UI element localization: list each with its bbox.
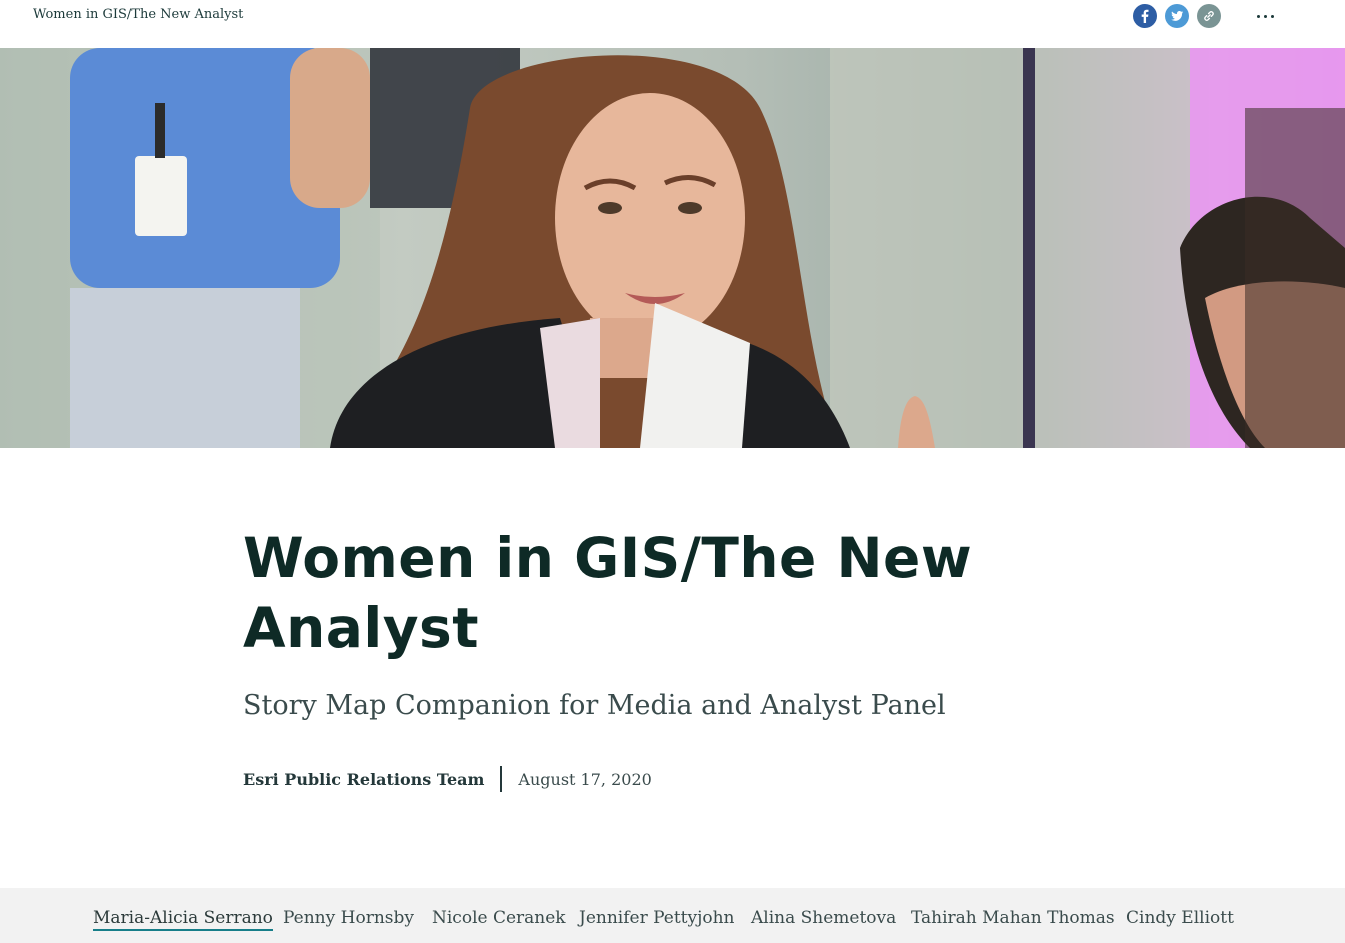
author-name: Esri Public Relations Team — [243, 769, 485, 789]
header-title[interactable]: Women in GIS/The New Analyst — [33, 7, 243, 22]
more-options-button[interactable] — [1252, 8, 1278, 24]
story-subtitle: Story Map Companion for Media and Analys… — [243, 690, 946, 721]
twitter-share-button[interactable] — [1165, 4, 1189, 28]
nav-item-penny-hornsby[interactable]: Penny Hornsby — [283, 908, 414, 928]
section-nav: Maria-Alicia Serrano Penny Hornsby Nicol… — [0, 888, 1345, 943]
nav-item-jennifer-pettyjohn[interactable]: Jennifer Pettyjohn — [579, 908, 735, 928]
more-horizontal-icon — [1256, 14, 1260, 18]
hero-photo-illustration — [0, 48, 1345, 448]
publish-date: August 17, 2020 — [518, 769, 652, 789]
nav-item-nicole-ceranek[interactable]: Nicole Ceranek — [432, 908, 566, 928]
nav-item-cindy-elliott[interactable]: Cindy Elliott — [1126, 908, 1234, 928]
header-bar: Women in GIS/The New Analyst — [0, 0, 1345, 48]
byline-divider — [500, 766, 503, 792]
nav-item-maria-alicia-serrano[interactable]: Maria-Alicia Serrano — [93, 908, 273, 931]
link-icon — [1204, 11, 1214, 21]
hero-image — [0, 48, 1345, 448]
facebook-icon — [1141, 9, 1149, 23]
nav-item-tahirah-mahan-thomas[interactable]: Tahirah Mahan Thomas — [911, 908, 1115, 928]
byline: Esri Public Relations Team August 17, 20… — [243, 766, 652, 792]
nav-item-alina-shemetova[interactable]: Alina Shemetova — [751, 908, 896, 928]
story-title: Women in GIS/The New Analyst — [243, 526, 973, 660]
twitter-icon — [1171, 11, 1184, 21]
facebook-share-button[interactable] — [1133, 4, 1157, 28]
copy-link-button[interactable] — [1197, 4, 1221, 28]
